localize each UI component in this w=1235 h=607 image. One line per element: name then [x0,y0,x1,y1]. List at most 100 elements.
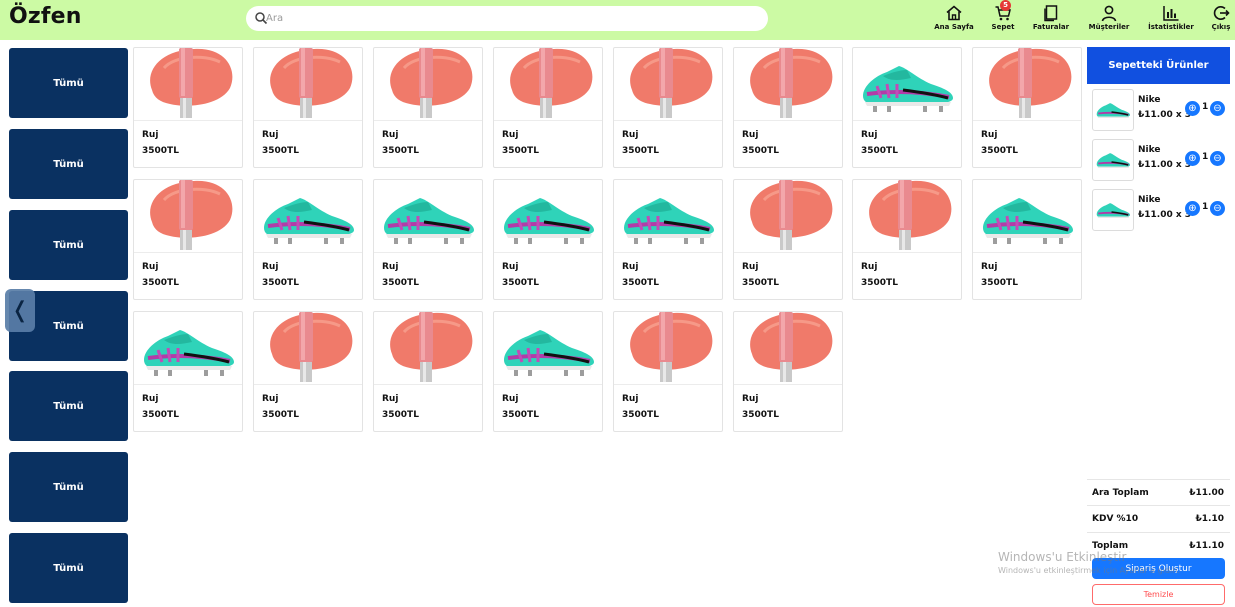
product-price: 3500TL [262,278,299,288]
product-name: Ruj [622,130,639,140]
product-card[interactable]: Ruj 3500TL [493,311,603,432]
nav-home[interactable]: Ana Sayfa [933,4,975,36]
product-card[interactable]: Ruj 3500TL [852,179,962,300]
product-image [254,180,362,253]
nav-customers[interactable]: Müşteriler [1086,4,1132,36]
clear-cart-button[interactable]: Temizle [1092,584,1225,605]
product-card[interactable]: Ruj 3500TL [493,47,603,168]
product-card[interactable]: Ruj 3500TL [733,47,843,168]
subtotal-value: ₺11.00 [1189,488,1224,498]
cart-item-price: ₺11.00 x 3 [1138,160,1192,170]
category-button[interactable]: Tümü [9,371,128,441]
nav-invoices[interactable]: Faturalar [1030,4,1072,36]
shoe-image [144,330,234,376]
increase-quantity-button[interactable]: ⊕ [1185,101,1200,116]
product-card[interactable]: Ruj 3500TL [133,311,243,432]
product-card[interactable]: Ruj 3500TL [733,311,843,432]
product-name: Ruj [742,130,759,140]
nav-home-label: Ana Sayfa [934,23,974,31]
product-price: 3500TL [382,146,419,156]
product-card[interactable]: Ruj 3500TL [133,47,243,168]
lipstick-image [750,48,833,118]
product-card[interactable]: Ruj 3500TL [253,179,363,300]
lipstick-image [510,48,593,118]
category-button[interactable]: Tümü [9,48,128,118]
product-card[interactable]: Ruj 3500TL [373,47,483,168]
user-icon [1101,5,1117,22]
product-image [374,312,482,385]
minus-circle-icon: ⊖ [1213,203,1222,214]
increase-quantity-button[interactable]: ⊕ [1185,201,1200,216]
product-name: Ruj [502,394,519,404]
create-order-button[interactable]: Sipariş Oluştur [1092,558,1225,579]
increase-quantity-button[interactable]: ⊕ [1185,151,1200,166]
total-row: Toplam ₺11.10 [1087,532,1230,558]
nav-cart[interactable]: 5 Sepet [988,0,1018,36]
lipstick-image [630,312,713,382]
category-button[interactable]: Tümü [9,210,128,280]
sidebar-collapse-button[interactable]: ❬ [5,289,35,332]
nav-invoices-label: Faturalar [1032,23,1070,31]
product-price: 3500TL [861,146,898,156]
shoe-thumbnail [1096,103,1131,118]
product-price: 3500TL [142,278,179,288]
product-card[interactable]: Ruj 3500TL [972,47,1082,168]
product-card[interactable]: Ruj 3500TL [493,179,603,300]
search-bar[interactable] [246,6,768,31]
product-price: 3500TL [742,278,779,288]
nav-statistics[interactable]: İstatistikler [1146,4,1196,36]
product-price: 3500TL [142,146,179,156]
product-card[interactable]: Ruj 3500TL [733,179,843,300]
product-price: 3500TL [742,410,779,420]
product-name: Ruj [622,394,639,404]
shoe-image [264,198,354,244]
tax-label: KDV %10 [1092,514,1139,524]
product-price: 3500TL [142,410,179,420]
product-name: Ruj [981,130,998,140]
product-image [734,180,842,253]
product-image [734,48,842,121]
product-name: Ruj [502,262,519,272]
shoe-thumbnail [1096,153,1131,168]
product-image [134,312,242,385]
home-icon [946,5,962,21]
product-card[interactable]: Ruj 3500TL [133,179,243,300]
cart-item-quantity: 1 [1202,152,1209,162]
category-button[interactable]: Tümü [9,533,128,603]
cart-item: Nike ₺11.00 x 3 ⊕ 1 ⊖ [1092,189,1230,231]
chevron-left-icon: ❬ [10,298,30,323]
product-card[interactable]: Ruj 3500TL [373,311,483,432]
product-card[interactable]: Ruj 3500TL [253,311,363,432]
nav-statistics-label: İstatistikler [1148,23,1194,31]
product-card[interactable]: Ruj 3500TL [253,47,363,168]
plus-circle-icon: ⊕ [1188,103,1197,114]
product-name: Ruj [742,262,759,272]
app-logo[interactable]: Özfen [9,4,82,29]
cart-count-badge: 5 [1000,0,1011,11]
product-image [374,180,482,253]
product-card[interactable]: Ruj 3500TL [373,179,483,300]
product-name: Ruj [262,130,279,140]
category-button[interactable]: Tümü [9,452,128,522]
product-card[interactable]: Ruj 3500TL [613,311,723,432]
product-name: Ruj [861,262,878,272]
product-price: 3500TL [262,146,299,156]
nav-logout[interactable]: Çıkış [1208,4,1234,36]
decrease-quantity-button[interactable]: ⊖ [1210,101,1225,116]
product-card[interactable]: Ruj 3500TL [972,179,1082,300]
product-name: Ruj [981,262,998,272]
product-image [614,180,722,253]
product-price: 3500TL [502,278,539,288]
product-card[interactable]: Ruj 3500TL [613,47,723,168]
product-price: 3500TL [502,410,539,420]
product-price: 3500TL [981,278,1018,288]
product-card[interactable]: Ruj 3500TL [852,47,962,168]
search-input[interactable] [266,9,756,28]
product-card[interactable]: Ruj 3500TL [613,179,723,300]
decrease-quantity-button[interactable]: ⊖ [1210,151,1225,166]
category-button[interactable]: Tümü [9,129,128,199]
nav-cart-label: Sepet [991,23,1015,31]
product-price: 3500TL [382,278,419,288]
product-price: 3500TL [262,410,299,420]
decrease-quantity-button[interactable]: ⊖ [1210,201,1225,216]
